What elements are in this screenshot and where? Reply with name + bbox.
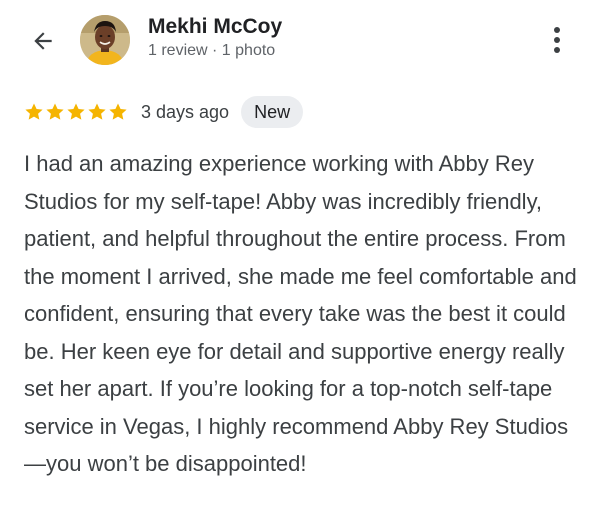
star-icon <box>109 103 127 120</box>
star-rating <box>24 102 128 122</box>
review-text: I had an amazing experience working with… <box>24 151 577 476</box>
reviewer-name[interactable]: Mekhi McCoy <box>148 15 282 39</box>
arrow-left-icon <box>34 32 52 50</box>
avatar[interactable] <box>80 15 130 65</box>
more-options-button[interactable] <box>543 22 571 58</box>
star-icon <box>67 103 85 120</box>
more-vertical-icon <box>554 27 560 53</box>
reviewer-photo <box>80 15 130 65</box>
new-badge: New <box>241 96 304 128</box>
reviewer-meta: 1 review · 1 photo <box>148 42 276 59</box>
star-icon <box>25 103 43 120</box>
rating-row: 3 days ago New <box>24 96 304 128</box>
review-time: 3 days ago <box>141 101 230 122</box>
star-icon <box>46 103 64 120</box>
back-button[interactable] <box>26 24 60 58</box>
star-icon <box>88 103 106 120</box>
